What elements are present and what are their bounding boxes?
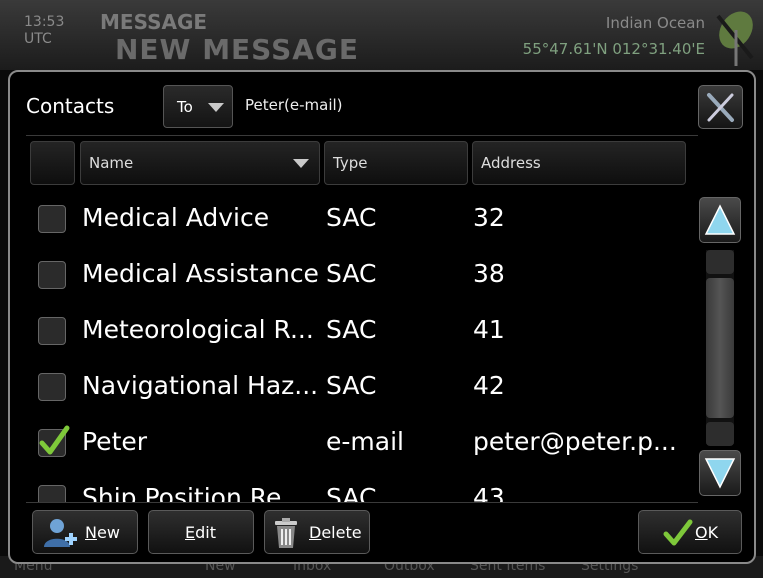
column-header-name-label: Name	[89, 154, 134, 172]
scrollbar-segment	[706, 422, 734, 446]
delete-contact-button[interactable]: Delete	[264, 510, 370, 554]
close-icon	[707, 93, 734, 122]
chevron-down-icon	[208, 103, 224, 112]
add-user-icon	[44, 519, 77, 547]
new-contact-button[interactable]: New	[32, 510, 138, 554]
contact-name: Navigational Haz...	[82, 371, 319, 400]
page-title: NEW MESSAGE	[115, 33, 360, 66]
selected-recipient: Peter(e-mail)	[245, 96, 343, 114]
delete-button-mnemonic: D	[309, 523, 322, 542]
contact-type: SAC	[326, 483, 377, 502]
contacts-dialog: Contacts To Peter(e-mail) Name Type Addr…	[8, 70, 756, 564]
dialog-title: Contacts	[26, 94, 115, 118]
trash-icon	[275, 518, 297, 548]
arrow-up-icon	[704, 204, 736, 235]
contact-address: 42	[473, 371, 505, 400]
contact-address: 32	[473, 203, 505, 232]
edit-contact-button[interactable]: Edit	[148, 510, 254, 554]
column-header-type[interactable]: Type	[324, 141, 468, 185]
checkmark-icon	[663, 519, 693, 546]
row-checkbox[interactable]	[38, 205, 66, 233]
recipient-type-select[interactable]: To	[163, 85, 233, 128]
new-button-mnemonic: N	[85, 523, 97, 542]
delete-button-rest: elete	[321, 523, 362, 542]
contact-list: Medical Advice SAC 32 Medical Assistance…	[26, 189, 698, 502]
contact-address: 43	[473, 483, 505, 502]
contact-type: e-mail	[326, 427, 404, 456]
row-checkbox[interactable]	[38, 317, 66, 345]
contact-name: Meteorological R...	[82, 315, 314, 344]
app-title: MESSAGE	[100, 10, 208, 34]
ok-button-mnemonic: O	[695, 523, 708, 542]
contact-row[interactable]: Peter e-mail peter@peter.p...	[26, 413, 698, 469]
contact-type: SAC	[326, 371, 377, 400]
ok-button-label: OK	[695, 523, 718, 542]
scroll-up-button[interactable]	[699, 197, 741, 243]
column-header-type-label: Type	[333, 154, 368, 172]
divider	[26, 502, 698, 503]
column-header-name[interactable]: Name	[80, 141, 320, 185]
edit-button-label: Edit	[185, 523, 216, 542]
background-header: 13:53 UTC MESSAGE NEW MESSAGE Indian Oce…	[0, 0, 763, 70]
contact-name: Ship Position Re...	[82, 483, 306, 502]
scroll-down-button[interactable]	[699, 450, 741, 496]
contact-row[interactable]: Medical Assistance SAC 38	[26, 245, 698, 301]
ok-button-rest: K	[707, 523, 719, 542]
contact-row[interactable]: Medical Advice SAC 32	[26, 189, 698, 245]
divider	[26, 135, 698, 136]
contact-type: SAC	[326, 259, 377, 288]
position-coordinates: 55°47.61'N 012°31.40'E	[522, 40, 705, 58]
arrow-down-icon	[704, 458, 736, 489]
edit-button-mnemonic: E	[185, 523, 196, 542]
column-header-address-label: Address	[481, 154, 541, 172]
contact-name: Peter	[82, 427, 148, 456]
contact-name: Medical Advice	[82, 203, 270, 232]
satellite-antenna-icon	[716, 11, 754, 66]
sort-descending-icon	[293, 159, 309, 168]
contact-name: Medical Assistance	[82, 259, 319, 288]
checkmark-icon	[39, 425, 70, 455]
clock: 13:53 UTC	[24, 14, 64, 48]
row-checkbox-checked[interactable]	[38, 425, 70, 457]
column-header-address[interactable]: Address	[472, 141, 686, 185]
ocean-region: Indian Ocean	[605, 14, 705, 32]
contact-address: 41	[473, 315, 505, 344]
new-button-label: New	[85, 523, 120, 542]
contact-row[interactable]: Navigational Haz... SAC 42	[26, 357, 698, 413]
clock-timezone: UTC	[24, 31, 52, 47]
new-button-rest: ew	[96, 523, 120, 542]
clock-time: 13:53	[24, 14, 65, 30]
contact-type: SAC	[326, 203, 377, 232]
row-checkbox[interactable]	[38, 261, 66, 289]
row-checkbox[interactable]	[38, 485, 66, 502]
recipient-type-value: To	[177, 98, 193, 116]
select-all-header[interactable]	[30, 141, 75, 185]
delete-button-label: Delete	[309, 523, 362, 542]
edit-button-rest: dit	[195, 523, 216, 542]
contact-type: SAC	[326, 315, 377, 344]
ok-button[interactable]: OK	[638, 510, 742, 554]
contact-row[interactable]: Meteorological R... SAC 41	[26, 301, 698, 357]
contact-address: peter@peter.p...	[473, 427, 677, 456]
scrollbar-segment	[706, 250, 734, 274]
scrollbar-thumb[interactable]	[706, 278, 734, 418]
row-checkbox[interactable]	[38, 373, 66, 401]
close-button[interactable]	[698, 85, 743, 129]
contact-address: 38	[473, 259, 505, 288]
contact-row[interactable]: Ship Position Re... SAC 43	[26, 469, 698, 502]
